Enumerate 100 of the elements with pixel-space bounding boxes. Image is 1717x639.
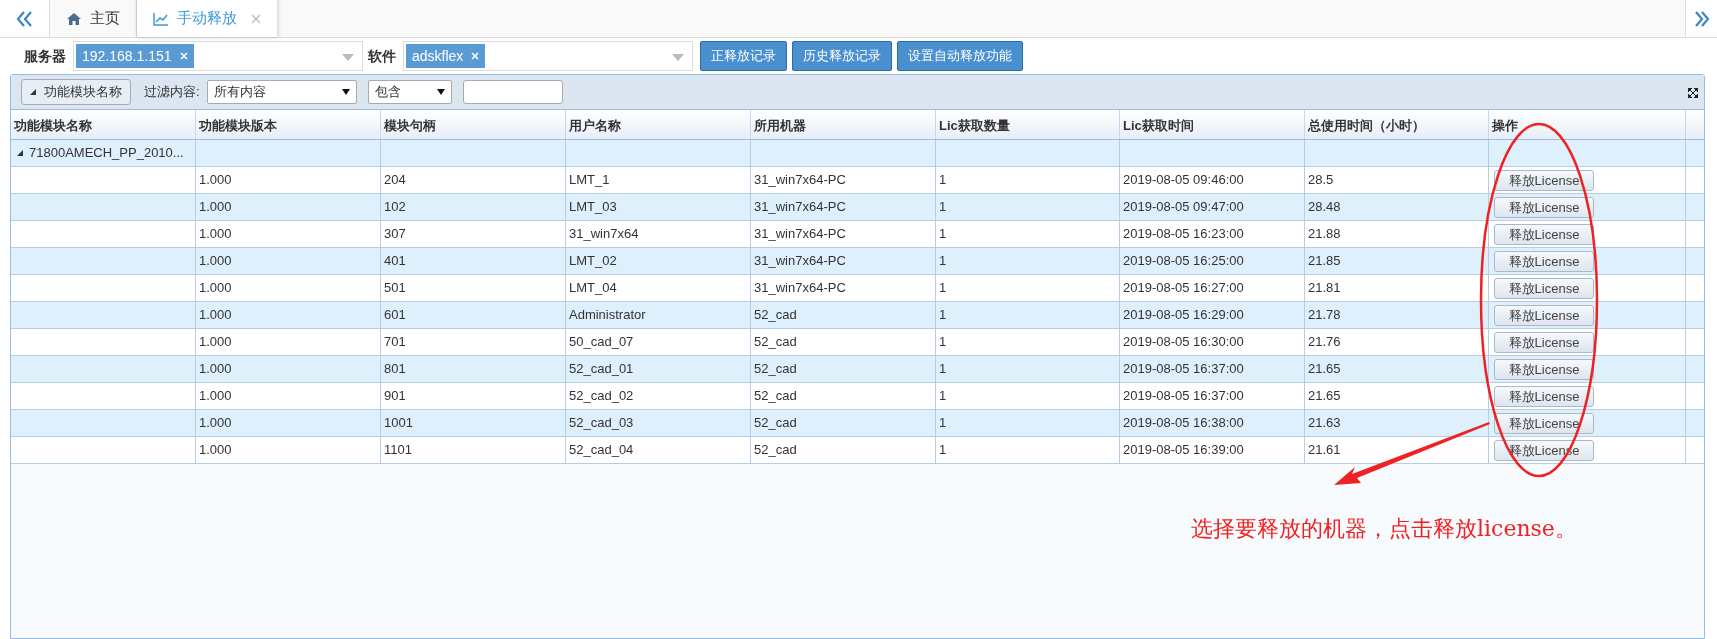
table-cell: 2019-08-05 09:47:00 <box>1120 194 1305 220</box>
table-cell: 21.81 <box>1305 275 1489 301</box>
table-cell: 52_cad <box>751 356 936 382</box>
release-license-button[interactable]: 释放License <box>1494 412 1594 434</box>
table-cell: 21.78 <box>1305 302 1489 328</box>
column-header[interactable]: Lic获取时间 <box>1120 110 1305 139</box>
table-cell: LMT_1 <box>566 167 751 193</box>
table-cell: 21.65 <box>1305 383 1489 409</box>
group-label: 71800AMECH_PP_2010... <box>29 144 184 163</box>
select-field[interactable]: 包含 <box>367 80 452 104</box>
column-header[interactable]: 总使用时间（小时） <box>1305 110 1489 139</box>
home-icon <box>66 11 82 26</box>
table-cell: 2019-08-05 16:29:00 <box>1120 302 1305 328</box>
column-header[interactable]: 用户名称 <box>566 110 751 139</box>
table-cell: 1.000 <box>196 221 381 247</box>
table-cell: 1001 <box>381 410 566 436</box>
table-cell: 1.000 <box>196 275 381 301</box>
column-header[interactable]: Lic获取数量 <box>936 110 1120 139</box>
table-cell: 1 <box>936 437 1120 463</box>
table-cell: 52_cad_04 <box>566 437 751 463</box>
table-cell: 1 <box>936 302 1120 328</box>
table-cell: LMT_04 <box>566 275 751 301</box>
release-license-button[interactable]: 释放License <box>1494 385 1594 407</box>
table-cell: 21.88 <box>1305 221 1489 247</box>
table-cell: 52_cad_01 <box>566 356 751 382</box>
table-cell: 31_win7x64-PC <box>751 194 936 220</box>
filter-input[interactable] <box>462 80 563 104</box>
table-cell: 28.5 <box>1305 167 1489 193</box>
release-license-button[interactable]: 释放License <box>1494 223 1594 245</box>
annotation-text: 选择要释放的机器，点击释放license。 <box>1191 515 1577 543</box>
table-cell: 501 <box>381 275 566 301</box>
table-cell: 52_cad_02 <box>566 383 751 409</box>
table-cell: 2019-08-05 16:30:00 <box>1120 329 1305 355</box>
table-cell: 2019-08-05 16:38:00 <box>1120 410 1305 436</box>
selected-tag: 192.168.1.151 <box>76 44 194 68</box>
release-license-button[interactable]: 释放License <box>1494 277 1594 299</box>
column-header[interactable]: 功能模块版本 <box>196 110 381 139</box>
table-cell: 1 <box>936 356 1120 382</box>
remove-icon[interactable] <box>179 52 188 60</box>
column-header[interactable]: 模块句柄 <box>381 110 566 139</box>
column-header[interactable]: 功能模块名称 <box>11 110 196 139</box>
software-label: 软件 <box>368 46 396 66</box>
table-cell: LMT_02 <box>566 248 751 274</box>
table-cell: 204 <box>381 167 566 193</box>
remove-icon[interactable] <box>471 52 480 60</box>
table-cell: 2019-08-05 16:23:00 <box>1120 221 1305 247</box>
table-cell: 601 <box>381 302 566 328</box>
table-cell: 1.000 <box>196 356 381 382</box>
table-cell: 52_cad <box>751 329 936 355</box>
column-header[interactable]: 操作 <box>1489 110 1686 139</box>
server-label: 服务器 <box>24 46 66 66</box>
table-cell: 102 <box>381 194 566 220</box>
double-chevron-left-icon <box>14 9 35 28</box>
double-chevron-right-icon <box>1692 9 1711 28</box>
filter-label: 过滤内容: <box>144 83 200 102</box>
expanded-triangle-icon[interactable] <box>17 150 23 156</box>
column-header[interactable]: 所用机器 <box>751 110 936 139</box>
table-cell: 21.85 <box>1305 248 1489 274</box>
table-cell: 1.000 <box>196 248 381 274</box>
table-cell: 21.76 <box>1305 329 1489 355</box>
table-cell: 1.000 <box>196 194 381 220</box>
table-cell: 2019-08-05 09:46:00 <box>1120 167 1305 193</box>
release-license-button[interactable]: 释放License <box>1494 196 1594 218</box>
table-cell: 1 <box>936 194 1120 220</box>
table-cell: 1 <box>936 248 1120 274</box>
triangle-icon <box>30 89 36 95</box>
release-license-button[interactable]: 释放License <box>1494 358 1594 380</box>
table-cell: 1.000 <box>196 329 381 355</box>
expand-icon[interactable] <box>1688 88 1698 98</box>
table-cell: 52_cad <box>751 302 936 328</box>
group-by-button[interactable]: 功能模块名称 <box>21 79 131 105</box>
table-cell: 2019-08-05 16:37:00 <box>1120 356 1305 382</box>
selected-tag: adskflex <box>406 44 486 68</box>
select-field[interactable]: 所有内容 <box>206 80 357 104</box>
line-chart-icon <box>153 11 169 26</box>
release-license-button[interactable]: 释放License <box>1494 331 1594 353</box>
table-cell: 1.000 <box>196 410 381 436</box>
table-cell: 1 <box>936 329 1120 355</box>
table-cell: 52_cad <box>751 410 936 436</box>
dropdown-caret-icon <box>341 89 350 95</box>
release-license-button[interactable]: 释放License <box>1494 304 1594 326</box>
table-cell: LMT_03 <box>566 194 751 220</box>
table-cell: 1 <box>936 275 1120 301</box>
collapse-left-button[interactable] <box>0 0 50 37</box>
table-cell: 401 <box>381 248 566 274</box>
dropdown-caret-icon <box>342 54 354 61</box>
table-cell: 52_cad_03 <box>566 410 751 436</box>
table-cell: 31_win7x64-PC <box>751 167 936 193</box>
release-license-button[interactable]: 释放License <box>1494 169 1594 191</box>
release-license-button[interactable]: 释放License <box>1494 250 1594 272</box>
table-cell: 901 <box>381 383 566 409</box>
collapse-right-button[interactable] <box>1685 0 1717 37</box>
table-cell: 52_cad <box>751 383 936 409</box>
table-cell: 1.000 <box>196 302 381 328</box>
table-cell: 307 <box>381 221 566 247</box>
table-cell: 21.65 <box>1305 356 1489 382</box>
dropdown-caret-icon <box>436 89 445 95</box>
table-cell: 2019-08-05 16:39:00 <box>1120 437 1305 463</box>
table-cell: 31_win7x64-PC <box>751 248 936 274</box>
table-cell: 701 <box>381 329 566 355</box>
